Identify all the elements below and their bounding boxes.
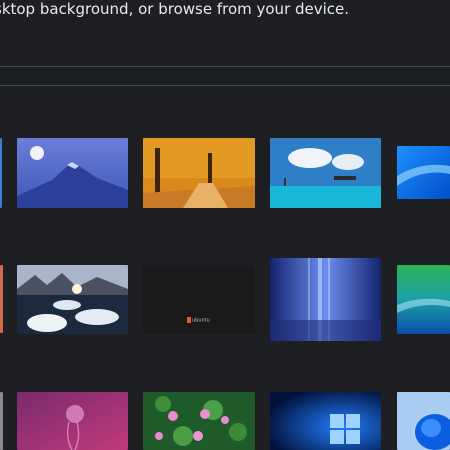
wallpaper-thumbnail-mountain-moon[interactable] xyxy=(17,138,128,208)
wallpaper-thumbnail-autumn-trees[interactable] xyxy=(143,138,255,208)
wallpaper-thumbnail-blue-flower[interactable] xyxy=(397,392,450,450)
section-divider xyxy=(0,85,450,86)
wallpaper-thumbnail-water-lilies[interactable] xyxy=(143,392,255,450)
wallpaper-thumbnail-vista-green-blue[interactable] xyxy=(397,265,450,334)
top-divider xyxy=(0,66,450,67)
wallpaper-thumbnail-windows-logo[interactable] xyxy=(270,392,381,450)
wallpaper-thumbnail-partial[interactable] xyxy=(0,138,2,208)
ubuntu-logo: ubuntu xyxy=(187,317,210,324)
wallpaper-thumbnail-partial[interactable] xyxy=(0,265,3,333)
wallpaper-thumbnail-blue-abstract[interactable] xyxy=(397,146,450,199)
wallpaper-thumbnail-partial[interactable] xyxy=(0,392,3,450)
wallpaper-thumbnail-blue-light-rays[interactable] xyxy=(270,258,381,341)
wallpaper-thumbnail-purple-jellyfish[interactable] xyxy=(17,392,128,450)
wallpaper-thumbnail-tropical-sea[interactable] xyxy=(270,138,381,208)
wallpaper-thumbnail-ubuntu-dark[interactable]: ubuntu xyxy=(143,265,255,334)
wallpaper-thumbnail-icebergs[interactable] xyxy=(17,265,128,334)
instruction-text: sktop background, or browse from your de… xyxy=(0,0,350,18)
